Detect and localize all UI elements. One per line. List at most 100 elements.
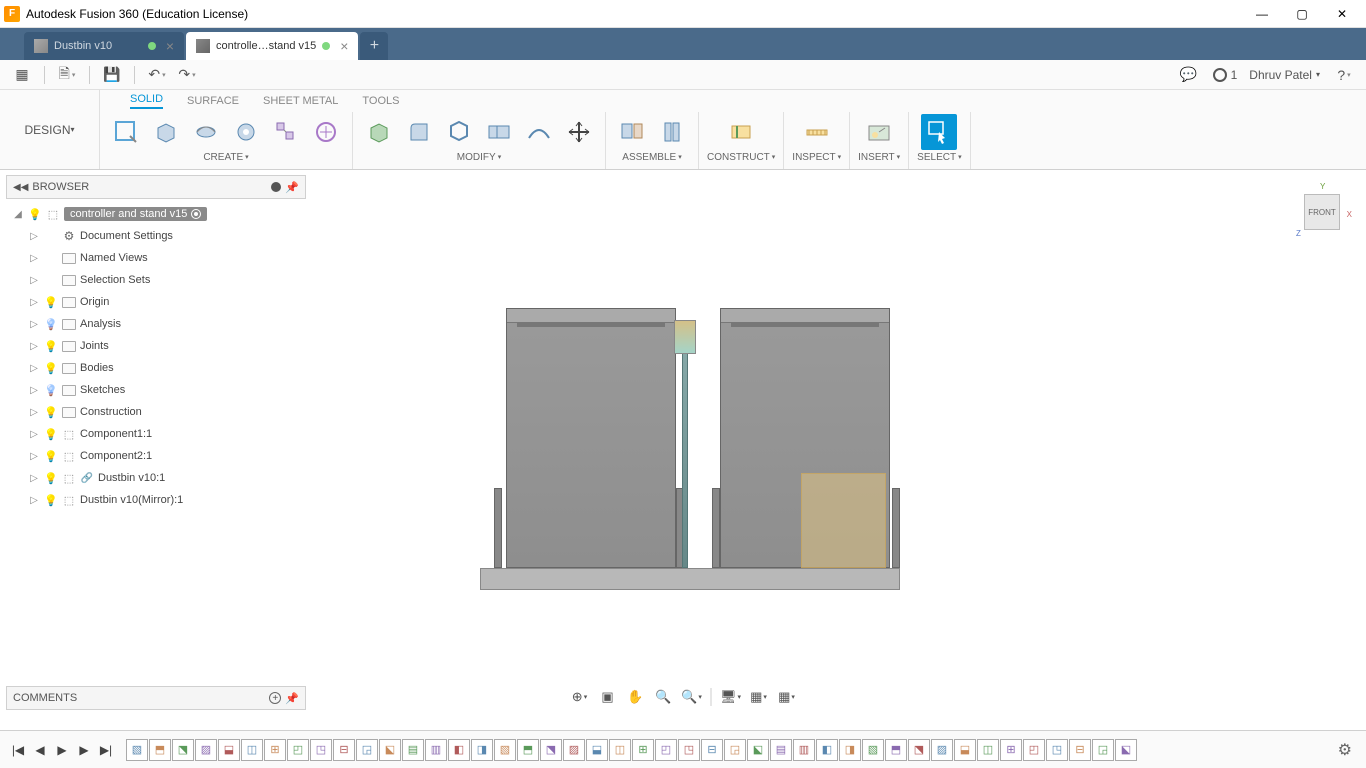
viewcube[interactable]: Y X Z FRONT [1296,186,1346,236]
visibility-icon[interactable] [44,449,58,463]
activate-icon[interactable] [191,209,201,219]
panel-label-insert[interactable]: INSERT [858,152,900,163]
visibility-icon[interactable] [28,207,42,221]
timeline-feature[interactable]: ◫ [609,739,631,761]
panel-label-modify[interactable]: MODIFY [457,152,501,163]
viewcube-face[interactable]: FRONT [1304,194,1340,230]
shell-icon[interactable] [441,114,477,150]
user-menu[interactable]: Dhruv Patel▾ [1249,68,1320,82]
expand-icon[interactable]: ▷ [28,275,40,286]
undo-button[interactable]: ↶ [145,63,169,87]
timeline-feature[interactable]: ◳ [1046,739,1068,761]
comments-panel[interactable]: COMMENTS +📌 [6,686,306,710]
timeline-feature[interactable]: ⊞ [264,739,286,761]
add-comment-icon[interactable]: + [269,692,281,704]
tree-node[interactable]: ▷Joints [6,335,306,357]
timeline-feature[interactable]: ▥ [793,739,815,761]
move-icon[interactable] [561,114,597,150]
extensions-icon[interactable]: 💬 [1177,63,1201,87]
select-icon[interactable] [921,114,957,150]
tree-node[interactable]: ▷Analysis [6,313,306,335]
timeline-feature[interactable]: ⬕ [747,739,769,761]
expand-icon[interactable]: ▷ [28,363,40,374]
tree-node[interactable]: ▷Component1:1 [6,423,306,445]
timeline-feature[interactable]: ◰ [287,739,309,761]
timeline-feature[interactable]: ◲ [1092,739,1114,761]
timeline-settings-button[interactable]: ⚙ [1332,740,1358,760]
workspace-selector[interactable]: DESIGN [0,90,100,169]
expand-icon[interactable]: ▷ [28,385,40,396]
expand-icon[interactable]: ▷ [28,297,40,308]
timeline-feature[interactable]: ▧ [126,739,148,761]
timeline-feature[interactable]: ⊟ [701,739,723,761]
timeline-feature[interactable]: ◫ [241,739,263,761]
new-tab-button[interactable]: + [360,32,388,60]
timeline-prev-button[interactable]: ◀ [30,740,50,760]
timeline-feature[interactable]: ⬔ [908,739,930,761]
timeline-feature[interactable]: ◲ [724,739,746,761]
timeline-feature[interactable]: ◨ [839,739,861,761]
visibility-icon[interactable] [44,427,58,441]
close-button[interactable]: ✕ [1322,0,1362,28]
timeline-feature[interactable]: ◧ [448,739,470,761]
visibility-icon[interactable] [44,295,58,309]
draft-icon[interactable] [521,114,557,150]
expand-icon[interactable]: ▷ [28,319,40,330]
timeline-feature[interactable]: ⬓ [954,739,976,761]
timeline-feature[interactable]: ⬒ [517,739,539,761]
timeline-feature[interactable]: ▤ [770,739,792,761]
tree-node[interactable]: ▷Origin [6,291,306,313]
timeline-feature[interactable]: ◰ [1023,739,1045,761]
timeline-feature[interactable]: ⊞ [1000,739,1022,761]
fillet-icon[interactable] [401,114,437,150]
timeline-feature[interactable]: ◳ [310,739,332,761]
help-button[interactable]: ? [1332,63,1356,87]
panel-label-create[interactable]: CREATE [203,152,248,163]
minimize-button[interactable]: — [1242,0,1282,28]
timeline-play-button[interactable]: ▶ [52,740,72,760]
pin-icon[interactable]: 📌 [285,692,299,705]
pin-icon[interactable]: 📌 [285,181,299,194]
tree-node[interactable]: ▷Bodies [6,357,306,379]
tree-node[interactable]: ▷Named Views [6,247,306,269]
close-tab-icon[interactable]: × [340,38,348,54]
timeline-feature[interactable]: ▨ [931,739,953,761]
browser-header[interactable]: ◀◀ BROWSER 📌 [6,175,306,199]
timeline-feature[interactable]: ▤ [402,739,424,761]
timeline-feature[interactable]: ◫ [977,739,999,761]
timeline-feature[interactable]: ⬒ [885,739,907,761]
timeline-feature[interactable]: ▥ [425,739,447,761]
timeline-feature[interactable]: ◳ [678,739,700,761]
timeline-feature[interactable]: ◧ [816,739,838,761]
tab-surface[interactable]: SURFACE [187,95,239,107]
expand-icon[interactable]: ▷ [28,231,40,242]
timeline-feature[interactable]: ⬓ [218,739,240,761]
redo-button[interactable]: ↷ [175,63,199,87]
timeline-feature[interactable]: ⊞ [632,739,654,761]
timeline-last-button[interactable]: ▶| [96,740,116,760]
close-tab-icon[interactable]: × [166,38,174,54]
expand-icon[interactable]: ◢ [12,209,24,220]
fit-button[interactable]: 🔍 [679,686,705,708]
lookat-button[interactable]: ▣ [595,686,621,708]
sweep-icon[interactable] [228,114,264,150]
file-menu-button[interactable]: 🗎 [55,63,79,87]
display-button[interactable]: 🖥 [718,686,744,708]
panel-label-select[interactable]: SELECT [917,152,961,163]
timeline-feature[interactable]: ◲ [356,739,378,761]
timeline-feature[interactable]: ▨ [563,739,585,761]
visibility-icon[interactable] [44,339,58,353]
expand-icon[interactable]: ▷ [28,495,40,506]
timeline-feature[interactable]: ◰ [655,739,677,761]
panel-label-assemble[interactable]: ASSEMBLE [622,152,681,163]
loft-icon[interactable] [268,114,304,150]
extrude-icon[interactable] [148,114,184,150]
expand-icon[interactable]: ▷ [28,451,40,462]
orbit-button[interactable]: ⊕ [567,686,593,708]
tree-node[interactable]: ▷Document Settings [6,225,306,247]
revolve-icon[interactable] [188,114,224,150]
save-button[interactable]: 💾 [100,63,124,87]
timeline-feature[interactable]: ⊟ [1069,739,1091,761]
timeline-feature[interactable]: ⬕ [1115,739,1137,761]
tab-tools[interactable]: TOOLS [362,95,399,107]
